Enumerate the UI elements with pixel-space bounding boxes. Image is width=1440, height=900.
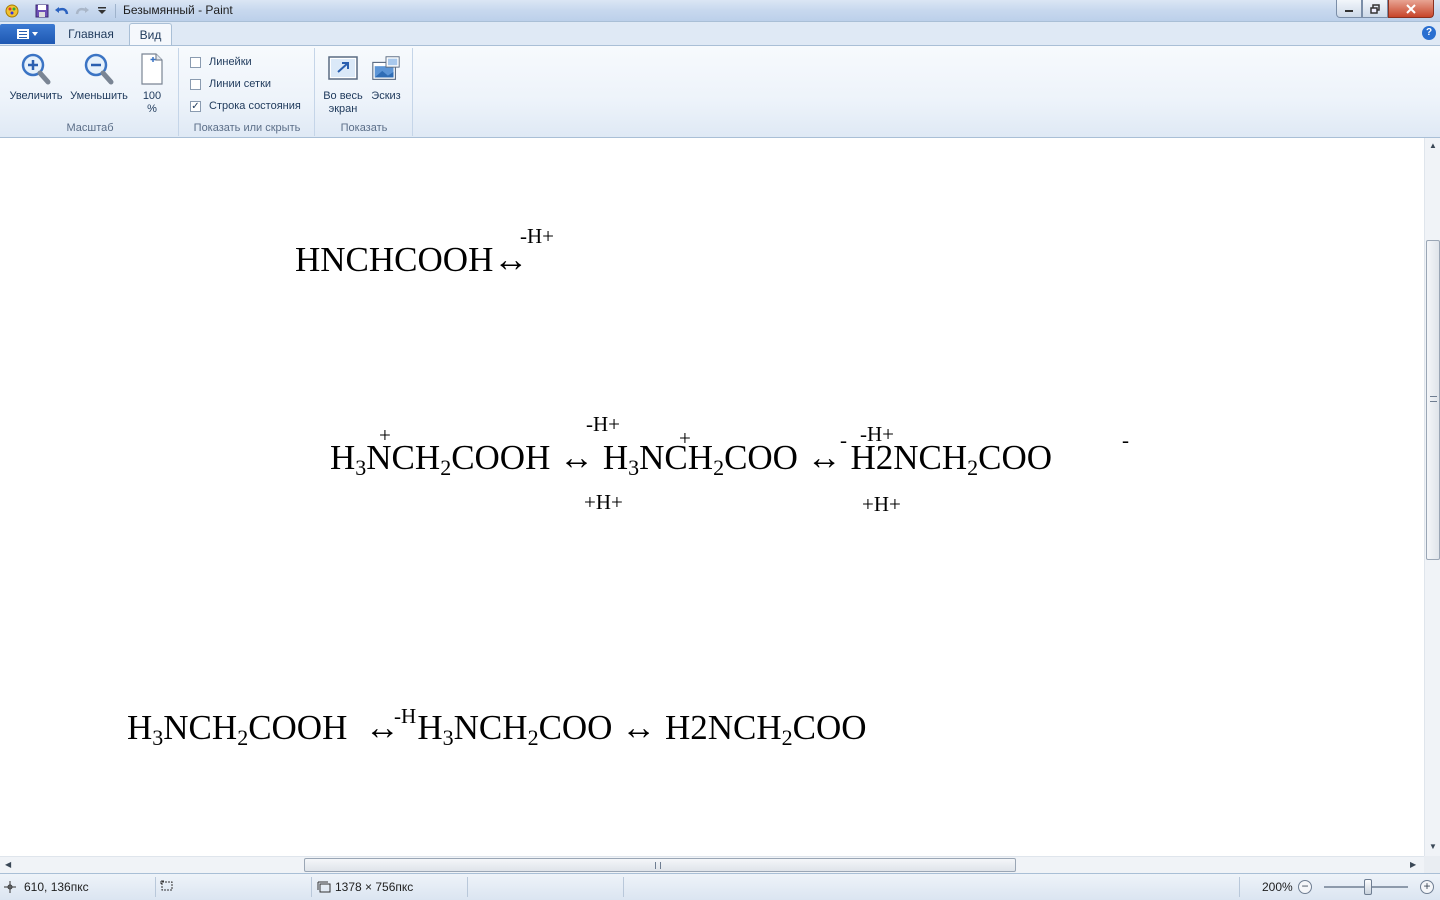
fullscreen-icon: [327, 52, 359, 86]
zoom-out-small-icon[interactable]: −: [1298, 880, 1312, 894]
rulers-checkbox[interactable]: [190, 56, 201, 68]
image-size: 1378 × 756пкс: [317, 880, 413, 894]
cursor-position-text: 610, 136пкс: [24, 880, 89, 894]
fullscreen-label-line2: экран: [328, 103, 358, 115]
thumbnail-icon: [370, 52, 402, 86]
gridlines-label: Линии сетки: [209, 78, 272, 90]
status-separator: [311, 877, 312, 897]
ribbon-tabs: Главная Вид ?: [0, 22, 1440, 45]
selection-size: [160, 880, 174, 892]
zoom-in-icon: [20, 52, 52, 86]
fullscreen-label: Во весь: [323, 90, 363, 102]
title-separator: [115, 4, 116, 18]
cursor-position: 610, 136пкс: [4, 880, 89, 894]
rulers-label: Линейки: [209, 56, 252, 68]
thumbnail-button[interactable]: Эскиз: [366, 52, 406, 103]
image-size-text: 1378 × 756пкс: [335, 880, 414, 894]
zoom-group: Увеличить Уменьшить 100 % Масштаб: [2, 48, 179, 136]
statusbar-checkbox-row[interactable]: ✓ Строка состояния: [190, 100, 301, 112]
status-bar: 610, 136пкс 1378 × 756пкс 200% − +: [0, 873, 1440, 900]
redo-icon[interactable]: [72, 2, 92, 20]
zoom-out-label: Уменьшить: [70, 90, 128, 102]
grip-icon: [655, 862, 661, 869]
undo-icon[interactable]: [52, 2, 72, 20]
thumbnail-label: Эскиз: [371, 90, 401, 102]
paint-app-icon[interactable]: [2, 2, 22, 20]
zoom-out-button[interactable]: Уменьшить: [68, 52, 130, 103]
tab-view[interactable]: Вид: [129, 23, 172, 45]
statusbar-label: Строка состояния: [209, 100, 301, 112]
grip-icon: [1430, 396, 1437, 402]
image-size-icon: [317, 881, 331, 893]
zoom-100-percent-label: %: [147, 103, 157, 115]
formula2-below2: +H+: [862, 492, 901, 516]
zoom-100-button[interactable]: 100 %: [134, 52, 170, 116]
scroll-up-icon[interactable]: ▲: [1429, 141, 1437, 150]
display-group: Во весь экран Эскиз Показать: [316, 48, 413, 136]
zoom-level: 200%: [1262, 880, 1293, 894]
zoom-in-small-icon[interactable]: +: [1420, 880, 1434, 894]
zoom-group-label: Масштаб: [66, 122, 114, 134]
show-hide-group: Линейки Линии сетки ✓ Строка состояния П…: [180, 48, 315, 136]
ribbon-panel: Увеличить Уменьшить 100 % Масштаб Линейк…: [0, 45, 1440, 138]
status-separator: [155, 877, 156, 897]
help-icon[interactable]: ?: [1422, 26, 1436, 40]
status-separator: [1239, 877, 1240, 897]
paint-menu-button[interactable]: [0, 24, 55, 44]
scroll-down-icon[interactable]: ▼: [1429, 842, 1437, 851]
minimize-button[interactable]: [1336, 0, 1362, 18]
title-bar: Безымянный - Paint: [0, 0, 1440, 22]
status-separator: [623, 877, 624, 897]
statusbar-checkbox[interactable]: ✓: [190, 100, 201, 112]
display-group-label: Показать: [340, 122, 388, 134]
horizontal-scroll-thumb[interactable]: [304, 858, 1016, 872]
customize-quick-access-icon[interactable]: [92, 2, 112, 20]
show-hide-group-label: Показать или скрыть: [193, 122, 301, 134]
horizontal-scrollbar[interactable]: ◀ ▶: [0, 856, 1424, 873]
maximize-button[interactable]: [1362, 0, 1388, 18]
tab-home[interactable]: Главная: [60, 23, 122, 45]
formula3-text: H3NCH2COOH ↔ H3NCH2COO ↔ H2NCH2COO: [127, 708, 867, 750]
status-separator: [467, 877, 468, 897]
formula2-minus2: -: [1122, 428, 1129, 452]
scroll-corner: [1424, 856, 1440, 873]
zoom-slider-knob[interactable]: [1363, 879, 1372, 895]
gridlines-checkbox[interactable]: [190, 78, 201, 90]
zoom-out-icon: [83, 52, 115, 86]
zoom-in-label: Увеличить: [9, 90, 63, 102]
zoom-in-button[interactable]: Увеличить: [6, 52, 66, 103]
page-icon: [136, 52, 168, 86]
zoom-100-label: 100: [142, 90, 162, 102]
scroll-left-icon[interactable]: ◀: [5, 860, 11, 869]
quick-access-toolbar: [2, 2, 112, 20]
formula2-above1: -H+: [586, 412, 621, 436]
close-button[interactable]: [1388, 0, 1434, 18]
formula2-below1: +H+: [584, 490, 623, 514]
selection-icon: [160, 880, 173, 891]
window-controls: [1336, 0, 1434, 18]
gridlines-checkbox-row[interactable]: Линии сетки: [190, 78, 271, 90]
rulers-checkbox-row[interactable]: Линейки: [190, 56, 252, 68]
drawing-canvas[interactable]: -H+ HNCHCOOH↔ + + - - -H+ +H+ -H+ +H+ H3…: [0, 138, 1424, 856]
formula2-text: H3NCH2COOH ↔ H3NCH2COO ↔ H2NCH2COO: [330, 438, 1053, 480]
vertical-scrollbar[interactable]: ▲ ▼: [1424, 138, 1440, 856]
vertical-scroll-thumb[interactable]: [1426, 240, 1440, 560]
fullscreen-button[interactable]: Во весь экран: [320, 52, 366, 116]
window-title: Безымянный - Paint: [123, 3, 233, 17]
save-icon[interactable]: [32, 2, 52, 20]
scroll-right-icon[interactable]: ▶: [1410, 860, 1416, 869]
crosshair-icon: [4, 881, 16, 893]
formula1-text: HNCHCOOH↔: [295, 240, 529, 279]
